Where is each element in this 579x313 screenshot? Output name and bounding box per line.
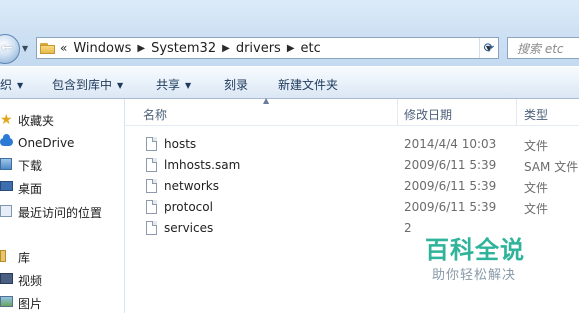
sort-ascending-icon: ▲ — [263, 96, 270, 105]
file-icon — [146, 221, 157, 235]
file-date: 2009/6/11 5:39 — [404, 179, 497, 193]
burn-button[interactable]: 刻录 — [224, 76, 248, 93]
address-overflow-chevrons[interactable]: « — [60, 41, 67, 55]
file-icon — [146, 200, 157, 214]
desktop-icon — [0, 181, 14, 195]
navigation-pane: ★ 收藏夹 OneDrive 下载 桌面 最近访问的位置 库 视频 图片 — [0, 99, 125, 313]
breadcrumb-windows[interactable]: Windows — [73, 41, 131, 56]
back-button[interactable]: ← — [0, 34, 20, 64]
file-date: 2009/6/11 5:39 — [404, 158, 497, 172]
star-icon: ★ — [0, 112, 13, 128]
nav-downloads[interactable]: 下载 — [0, 155, 42, 175]
breadcrumb-system32[interactable]: System32 — [151, 41, 216, 56]
video-icon — [0, 273, 14, 287]
library-icon — [0, 250, 14, 264]
share-label: 共享 — [156, 78, 181, 92]
file-name: networks — [164, 179, 219, 193]
breadcrumb-drivers[interactable]: drivers — [236, 41, 281, 56]
organize-menu[interactable]: 织 ▼ — [0, 76, 23, 93]
back-arrow-icon: ← — [1, 40, 13, 56]
window-titlebar: ← ▼ « Windows ▶ System32 ▶ drivers ▶ etc… — [0, 0, 579, 66]
file-type: 文件 — [524, 139, 549, 153]
nav-libraries[interactable]: 库 — [0, 247, 30, 267]
file-row[interactable]: lmhosts.sam 2009/6/11 5:39 SAM 文件 — [125, 156, 579, 177]
folder-icon — [40, 42, 56, 54]
history-dropdown-icon[interactable]: ▼ — [22, 44, 28, 53]
file-date: 2 — [404, 221, 412, 235]
file-date: 2014/4/4 10:03 — [404, 137, 497, 151]
chevron-down-icon: ▼ — [117, 81, 124, 90]
file-date: 2009/6/11 5:39 — [404, 200, 497, 214]
nav-onedrive-label: OneDrive — [18, 136, 75, 150]
nav-recent-label: 最近访问的位置 — [18, 205, 103, 220]
search-placeholder: 搜索 etc — [517, 41, 564, 56]
watermark-tagline: 助你轻松解决 — [432, 268, 517, 283]
nav-desktop[interactable]: 桌面 — [0, 178, 42, 198]
file-row[interactable]: protocol 2009/6/11 5:39 文件 — [125, 198, 579, 219]
nav-onedrive[interactable]: OneDrive — [0, 133, 74, 153]
command-toolbar: 织 ▼ 包含到库中 ▼ 共享 ▼ 刻录 新建文件夹 — [0, 66, 579, 99]
column-header-row: ▲ 名称 修改日期 类型 — [125, 96, 579, 126]
breadcrumb-etc[interactable]: etc — [301, 41, 321, 56]
search-input[interactable]: 搜索 etc — [507, 37, 579, 59]
new-folder-button[interactable]: 新建文件夹 — [278, 76, 338, 93]
file-name: protocol — [164, 200, 213, 214]
download-icon — [0, 158, 14, 172]
file-row[interactable]: networks 2009/6/11 5:39 文件 — [125, 177, 579, 198]
column-divider[interactable] — [397, 99, 398, 126]
chevron-down-icon: ▼ — [17, 81, 24, 90]
recent-places-icon — [0, 205, 14, 219]
include-label: 包含到库中 — [52, 78, 113, 92]
nav-pictures-label: 图片 — [18, 296, 43, 311]
file-icon — [146, 179, 157, 193]
nav-pictures[interactable]: 图片 — [0, 293, 42, 313]
file-name: services — [164, 221, 214, 235]
watermark-logo: 百科全说 — [425, 236, 525, 264]
nav-videos[interactable]: 视频 — [0, 270, 42, 290]
column-header-modified[interactable]: 修改日期 — [404, 106, 452, 123]
file-name: hosts — [164, 137, 197, 151]
picture-icon — [0, 296, 14, 310]
include-in-library-menu[interactable]: 包含到库中 ▼ — [52, 76, 123, 93]
nav-desktop-label: 桌面 — [18, 181, 43, 196]
organize-label: 织 — [0, 78, 13, 92]
file-type: 文件 — [524, 181, 549, 195]
file-type: SAM 文件 — [524, 160, 579, 174]
share-menu[interactable]: 共享 ▼ — [156, 76, 191, 93]
watermark: 百科全说 助你轻松解决 — [418, 226, 544, 288]
file-icon — [146, 158, 157, 172]
nav-downloads-label: 下载 — [18, 158, 43, 173]
breadcrumb-separator-icon[interactable]: ▶ — [222, 43, 230, 54]
nav-videos-label: 视频 — [18, 273, 43, 288]
address-bar[interactable]: « Windows ▶ System32 ▶ drivers ▶ etc ▼ — [36, 37, 499, 59]
nav-favorites[interactable]: ★ 收藏夹 — [0, 110, 54, 130]
file-row[interactable]: hosts 2014/4/4 10:03 文件 — [125, 135, 579, 156]
breadcrumb-separator-icon[interactable]: ▶ — [137, 43, 145, 54]
column-header-type[interactable]: 类型 — [524, 106, 548, 123]
file-name: lmhosts.sam — [164, 158, 241, 172]
file-icon — [146, 137, 157, 151]
nav-libraries-label: 库 — [18, 250, 31, 265]
chevron-down-icon: ▼ — [185, 81, 192, 90]
nav-recent-places[interactable]: 最近访问的位置 — [0, 202, 102, 222]
file-type: 文件 — [524, 202, 549, 216]
column-header-name[interactable]: 名称 — [143, 106, 167, 123]
breadcrumb-separator-icon[interactable]: ▶ — [287, 43, 295, 54]
column-divider[interactable] — [516, 99, 517, 126]
cloud-icon — [0, 134, 14, 150]
refresh-icon[interactable]: ⟳ — [478, 37, 500, 59]
nav-favorites-label: 收藏夹 — [18, 113, 55, 128]
